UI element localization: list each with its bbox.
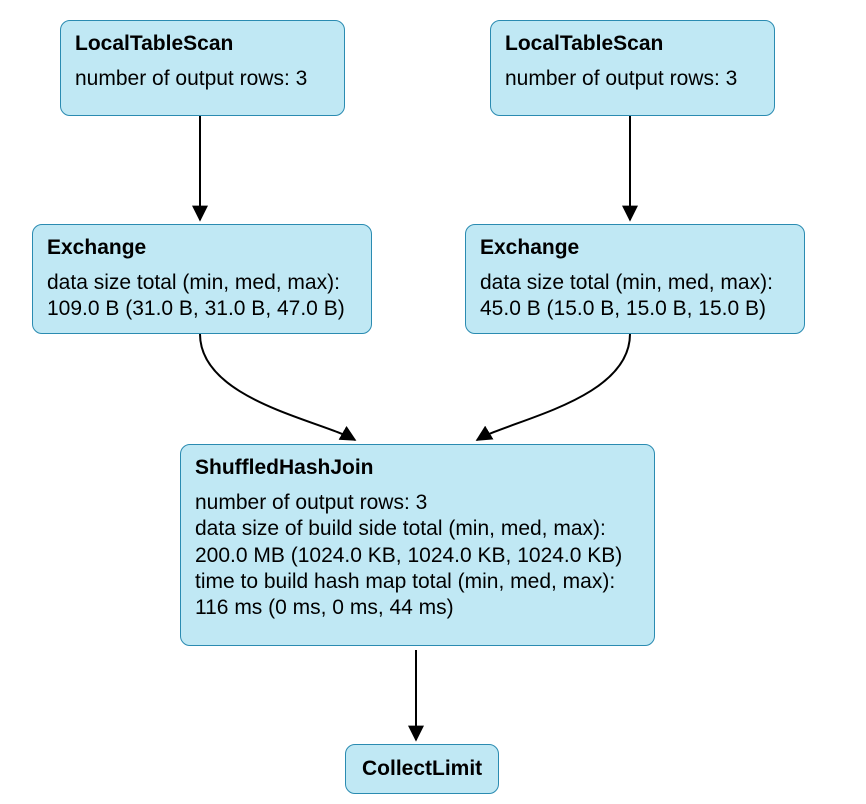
node-body: number of output rows: 3 data size of bu… (195, 490, 640, 621)
node-collect-limit: CollectLimit (345, 744, 499, 794)
node-title: LocalTableScan (505, 31, 760, 56)
node-title: Exchange (480, 235, 790, 260)
node-local-table-scan-right: LocalTableScan number of output rows: 3 (490, 20, 775, 116)
node-shuffled-hash-join: ShuffledHashJoin number of output rows: … (180, 444, 655, 646)
node-body: number of output rows: 3 (505, 66, 760, 92)
node-title: ShuffledHashJoin (195, 455, 640, 480)
node-exchange-right: Exchange data size total (min, med, max)… (465, 224, 805, 334)
node-body: data size total (min, med, max): 45.0 B … (480, 270, 790, 323)
node-title: Exchange (47, 235, 357, 260)
edge-exchange-left-to-shj (200, 334, 355, 440)
edge-exchange-right-to-shj (477, 334, 630, 440)
edge-layer (0, 0, 866, 804)
node-title: LocalTableScan (75, 31, 330, 56)
node-local-table-scan-left: LocalTableScan number of output rows: 3 (60, 20, 345, 116)
node-body: data size total (min, med, max): 109.0 B… (47, 270, 357, 323)
node-title: CollectLimit (362, 757, 482, 780)
node-exchange-left: Exchange data size total (min, med, max)… (32, 224, 372, 334)
node-body: number of output rows: 3 (75, 66, 330, 92)
